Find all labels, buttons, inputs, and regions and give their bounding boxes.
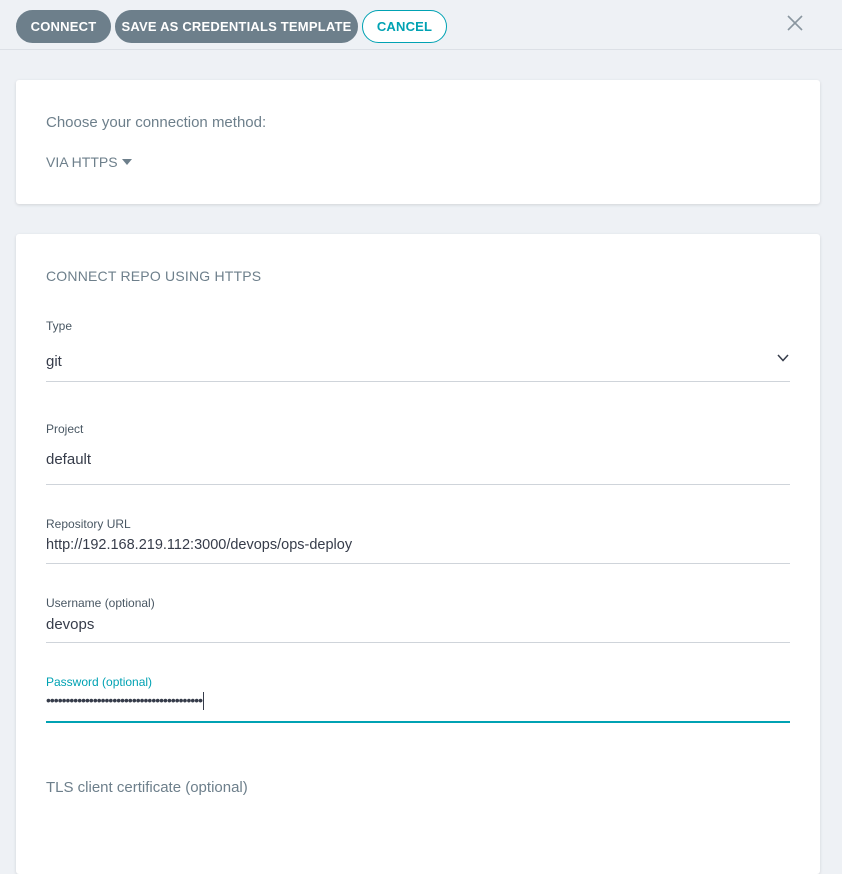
repository-url-input[interactable]: Repository URL http://192.168.219.112:30…	[46, 517, 790, 565]
connect-button[interactable]: CONNECT	[16, 10, 111, 43]
connection-method-value: VIA HTTPS	[46, 154, 118, 170]
password-input[interactable]: Password (optional) ••••••••••••••••••••…	[46, 675, 790, 724]
project-underline	[46, 484, 790, 485]
password-value: ••••••••••••••••••••••••••••••••••••••••	[46, 692, 205, 711]
username-input[interactable]: Username (optional) devops	[46, 596, 790, 644]
repository-url-underline	[46, 563, 790, 564]
repository-url-value: http://192.168.219.112:3000/devops/ops-d…	[46, 537, 353, 553]
cancel-button[interactable]: CANCEL	[362, 10, 447, 43]
close-icon[interactable]	[786, 14, 804, 32]
connection-method-dropdown[interactable]: VIA HTTPS	[46, 154, 132, 170]
type-value: git	[46, 353, 62, 370]
project-value: default	[46, 451, 92, 468]
text-cursor	[203, 692, 205, 711]
chevron-down-icon	[777, 354, 789, 362]
project-input[interactable]: Project default	[46, 422, 790, 486]
type-select[interactable]: Type git	[46, 319, 790, 383]
connection-method-prompt: Choose your connection method:	[46, 114, 267, 131]
type-label: Type	[46, 319, 73, 333]
password-underline	[46, 721, 790, 723]
save-as-credentials-template-button[interactable]: SAVE AS CREDENTIALS TEMPLATE	[115, 10, 358, 43]
type-underline	[46, 381, 790, 382]
password-label: Password (optional)	[46, 675, 153, 689]
repository-url-label: Repository URL	[46, 517, 131, 531]
connect-repo-form-card: CONNECT REPO USING HTTPS Type git Projec…	[16, 234, 820, 874]
section-title: CONNECT REPO USING HTTPS	[46, 268, 262, 284]
username-underline	[46, 642, 790, 643]
connection-method-card: Choose your connection method: VIA HTTPS	[16, 80, 820, 204]
username-label: Username (optional)	[46, 596, 155, 610]
caret-down-icon	[121, 159, 132, 165]
project-label: Project	[46, 422, 84, 436]
tls-client-certificate-title: TLS client certificate (optional)	[46, 779, 248, 796]
password-dots: ••••••••••••••••••••••••••••••••••••••••	[46, 692, 203, 708]
username-value: devops	[46, 616, 95, 633]
action-toolbar: CONNECT SAVE AS CREDENTIALS TEMPLATE CAN…	[0, 0, 842, 50]
